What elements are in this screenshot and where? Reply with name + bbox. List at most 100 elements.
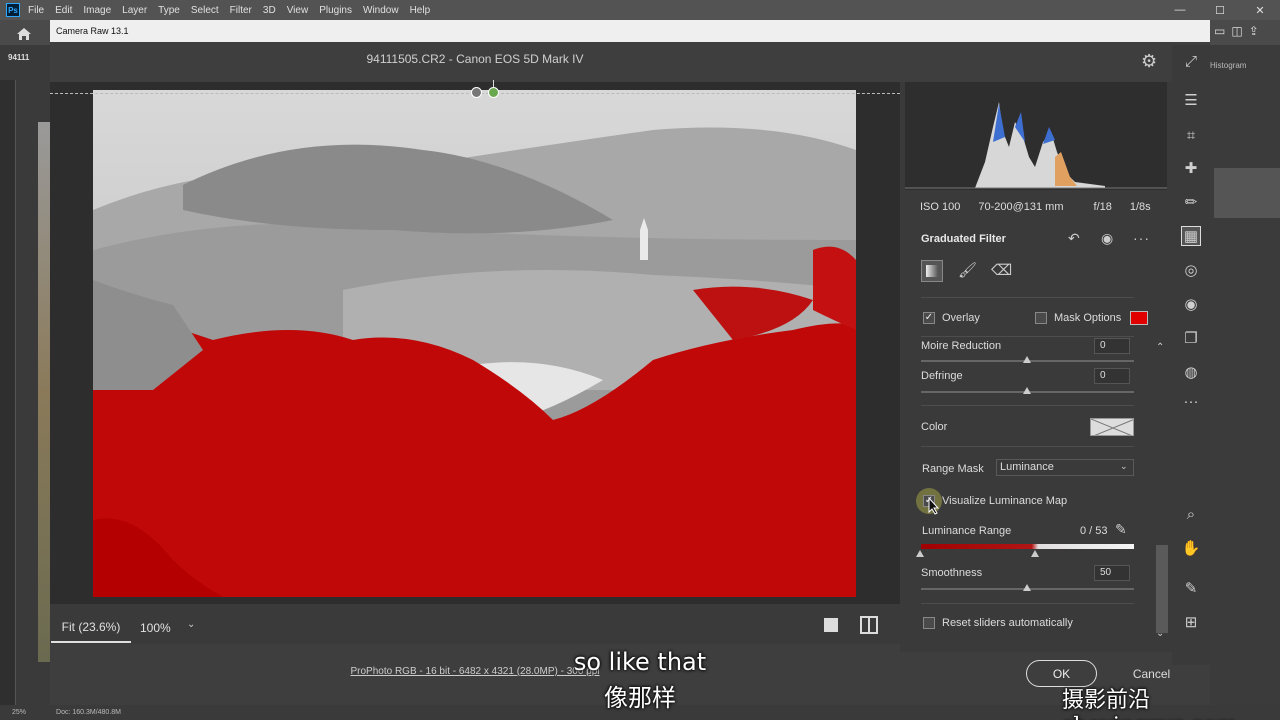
- menu-edit[interactable]: Edit: [55, 5, 72, 16]
- menu-select[interactable]: Select: [191, 5, 219, 16]
- color-sampler-icon[interactable]: ✎: [1181, 578, 1201, 598]
- presets-icon[interactable]: ◍: [1181, 362, 1201, 382]
- divider: [921, 336, 1134, 337]
- healing-icon[interactable]: ✚: [1181, 158, 1201, 178]
- zoom-fit-button[interactable]: Fit (23.6%): [51, 613, 131, 643]
- ps-vertical-ruler: [0, 80, 16, 705]
- scrollbar-thumb[interactable]: [1156, 545, 1168, 633]
- gradient-mode-icon[interactable]: [921, 260, 943, 282]
- chevron-down-icon[interactable]: ⌄: [187, 619, 195, 630]
- more-tools-icon[interactable]: ···: [1181, 391, 1201, 411]
- menu-image[interactable]: Image: [83, 5, 111, 16]
- menu-help[interactable]: Help: [410, 5, 431, 16]
- mouse-cursor-icon: [928, 496, 940, 518]
- red-eye-icon[interactable]: ◉: [1181, 294, 1201, 314]
- menu-plugins[interactable]: Plugins: [319, 5, 352, 16]
- ps-right-panel: [1210, 45, 1280, 705]
- hand-icon[interactable]: ✋: [1181, 538, 1201, 558]
- home-icon[interactable]: [10, 24, 38, 44]
- reset-sliders-checkbox[interactable]: [923, 617, 935, 629]
- more-icon[interactable]: ···: [1133, 230, 1150, 246]
- gradient-handle-white[interactable]: [471, 87, 482, 98]
- color-label: Color: [921, 421, 948, 433]
- graduated-filter-title: Graduated Filter: [921, 233, 1006, 245]
- ps-logo: Ps: [6, 3, 20, 17]
- menu-type[interactable]: Type: [158, 5, 180, 16]
- smoothness-slider-thumb[interactable]: [1023, 584, 1031, 591]
- camera-raw-titlebar: Camera Raw 13.1: [50, 20, 1210, 42]
- defringe-label: Defringe: [921, 370, 963, 382]
- grid-icon[interactable]: ⊞: [1181, 612, 1201, 632]
- gear-icon[interactable]: ⚙: [1141, 51, 1157, 72]
- camera-info-bar: ISO 100 70-200@131 mm f/18 1/8s: [905, 195, 1167, 219]
- watermark: 摄影前沿 sheyingzyz.com: [1062, 688, 1237, 720]
- panel-icon[interactable]: ▭: [1214, 24, 1225, 38]
- zoom-icon[interactable]: ⌕: [1181, 504, 1201, 524]
- visualize-luminance-label: Visualize Luminance Map: [942, 495, 1068, 507]
- overlay-color-swatch[interactable]: [1130, 311, 1148, 325]
- luminance-high-handle[interactable]: [1031, 550, 1039, 557]
- minimize-button[interactable]: —: [1160, 4, 1200, 16]
- histogram: [905, 82, 1167, 190]
- gradient-handle-green[interactable]: [488, 87, 499, 98]
- expand-icon[interactable]: ⤢: [1181, 51, 1201, 71]
- range-mask-label: Range Mask: [922, 463, 984, 475]
- eyedropper-icon[interactable]: ✎: [1115, 521, 1127, 538]
- overlay-label: Overlay: [942, 312, 980, 324]
- graduated-filter-icon[interactable]: ▦: [1181, 226, 1201, 246]
- status-doc-size: Doc: 160.3M/480.8M: [56, 709, 121, 716]
- scroll-down-icon[interactable]: ⌄: [1156, 628, 1164, 639]
- subtitle-english: so like that: [573, 648, 707, 676]
- eye-icon[interactable]: ◉: [1101, 230, 1113, 247]
- mask-options-checkbox[interactable]: [1035, 312, 1047, 324]
- single-view-icon[interactable]: [824, 618, 838, 632]
- ps-doc-tab[interactable]: 94111: [8, 53, 29, 62]
- status-zoom: 25%: [12, 709, 27, 716]
- scroll-up-icon[interactable]: ⌃: [1156, 342, 1164, 353]
- overlay-checkbox[interactable]: ✓: [923, 312, 935, 324]
- range-mask-select[interactable]: Luminance: [996, 459, 1134, 476]
- menu-file[interactable]: File: [28, 5, 44, 16]
- eraser-icon[interactable]: ⌫: [991, 261, 1012, 279]
- snapshots-icon[interactable]: ❐: [1181, 328, 1201, 348]
- crop-icon[interactable]: ⌗: [1181, 125, 1201, 145]
- preview-photo[interactable]: [93, 90, 856, 597]
- luminance-low-handle[interactable]: [916, 550, 924, 557]
- reset-icon[interactable]: ↶: [1068, 230, 1080, 247]
- divider: [921, 446, 1134, 447]
- menu-layer[interactable]: Layer: [122, 5, 147, 16]
- iso-value: ISO 100: [920, 201, 961, 213]
- share-icon[interactable]: ⇪: [1249, 24, 1259, 38]
- smoothness-label: Smoothness: [921, 567, 983, 579]
- close-button[interactable]: ✕: [1240, 4, 1280, 17]
- lens-value: 70-200@131 mm: [978, 201, 1064, 213]
- arrange-icon[interactable]: ◫: [1231, 24, 1242, 38]
- menu-window[interactable]: Window: [363, 5, 399, 16]
- menu-filter[interactable]: Filter: [230, 5, 252, 16]
- brush-icon[interactable]: 🖌: [958, 261, 977, 279]
- luminance-range-value: 0 / 53: [1080, 525, 1108, 537]
- chevron-down-icon[interactable]: ⌄: [1120, 461, 1128, 472]
- edit-sliders-icon[interactable]: ☰: [1181, 90, 1201, 110]
- smoothness-value[interactable]: 50: [1094, 565, 1130, 581]
- maximize-button[interactable]: ☐: [1200, 4, 1240, 17]
- ps-right-toolbar: ▭ ◫ ⇪: [1214, 24, 1259, 38]
- moire-slider-thumb[interactable]: [1023, 356, 1031, 363]
- radial-filter-icon[interactable]: ◎: [1181, 260, 1201, 280]
- aperture-value: f/18: [1093, 201, 1112, 213]
- menu-view[interactable]: View: [287, 5, 309, 16]
- ps-image-edge: [38, 122, 50, 662]
- camera-raw-filename: 94111505.CR2 - Canon EOS 5D Mark IV: [366, 52, 584, 66]
- moire-value[interactable]: 0: [1094, 338, 1130, 354]
- defringe-value[interactable]: 0: [1094, 368, 1130, 384]
- color-swatch[interactable]: [1090, 418, 1134, 436]
- luminance-range-bar[interactable]: [921, 544, 1134, 549]
- ps-menubar: Ps File Edit Image Layer Type Select Fil…: [0, 0, 1280, 20]
- ps-histogram-tab[interactable]: Histogram: [1210, 61, 1246, 70]
- reset-sliders-label: Reset sliders automatically: [942, 617, 1073, 629]
- before-after-icon[interactable]: [860, 616, 878, 634]
- defringe-slider-thumb[interactable]: [1023, 387, 1031, 394]
- adjustment-brush-icon[interactable]: ✏: [1181, 192, 1201, 212]
- window-controls: — ☐ ✕: [1160, 0, 1280, 20]
- menu-3d[interactable]: 3D: [263, 5, 276, 16]
